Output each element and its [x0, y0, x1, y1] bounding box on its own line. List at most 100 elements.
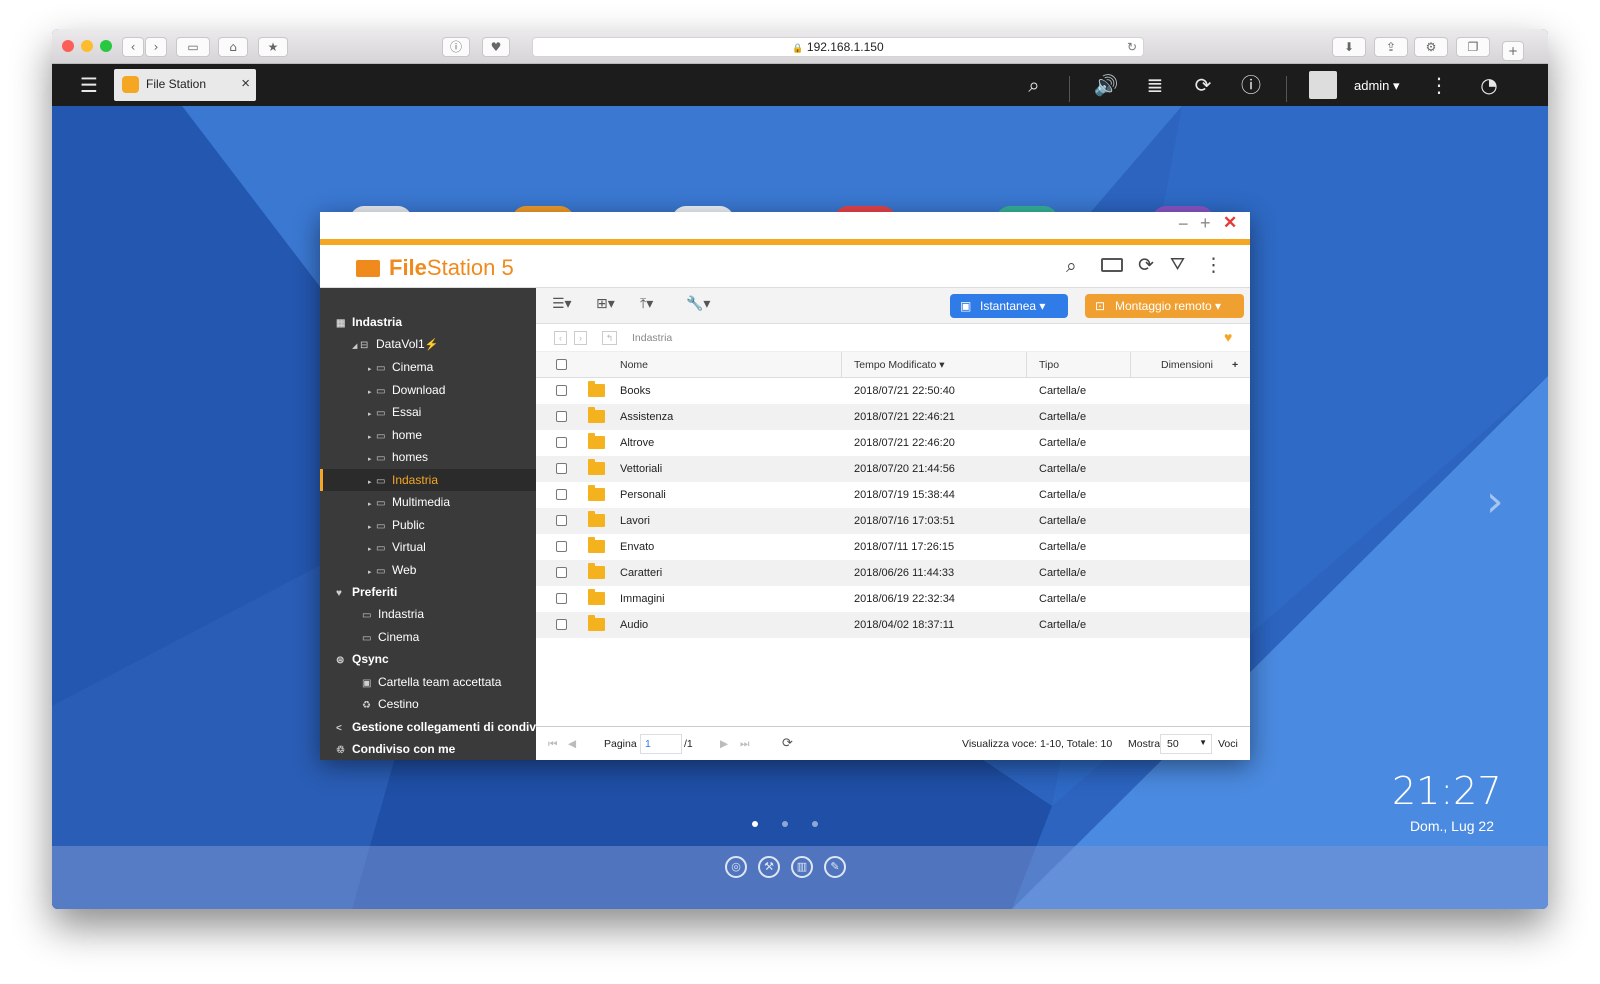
row-checkbox[interactable]	[556, 385, 567, 396]
next-page-arrow-icon[interactable]: ›	[1486, 476, 1504, 527]
manual-icon[interactable]: ▥	[791, 856, 813, 878]
new-tab-button[interactable]: +	[1502, 41, 1524, 61]
close-window-button[interactable]	[62, 40, 74, 52]
tree-share-links[interactable]: < Gestione collegamenti di condivisi	[336, 716, 536, 738]
zoom-window-button[interactable]	[100, 40, 112, 52]
table-row[interactable]: Immagini 2018/06/19 22:32:34 Cartella/e	[536, 586, 1250, 612]
new-folder-icon[interactable]: ⊞▾	[596, 296, 615, 312]
table-row[interactable]: Assistenza 2018/07/21 22:46:21 Cartella/e	[536, 404, 1250, 430]
tree-favorite-item[interactable]: ▭ Indastria	[362, 603, 424, 625]
file-name[interactable]: Vettoriali	[620, 463, 662, 475]
column-size[interactable]: Dimensioni	[1161, 359, 1213, 371]
tree-folder-item[interactable]: ▸ ▭ Download	[368, 379, 445, 401]
tree-folder-item[interactable]: ▸ ▭ Indastria	[320, 468, 536, 491]
tree-folder-item[interactable]: ▸ ▭ Cinema	[368, 356, 433, 378]
table-row[interactable]: Books 2018/07/21 22:50:40 Cartella/e	[536, 378, 1250, 404]
info-icon[interactable]: ⓘ	[1236, 73, 1266, 97]
tree-qsync[interactable]: ⊜ Qsync	[336, 648, 389, 670]
pocket-button[interactable]: ♥	[482, 37, 510, 57]
file-name[interactable]: Immagini	[620, 593, 665, 605]
sync-icon[interactable]: ⟳	[1188, 73, 1218, 97]
tree-folder-item[interactable]: ▸ ▭ home	[368, 424, 422, 446]
table-row[interactable]: Lavori 2018/07/16 17:03:51 Cartella/e	[536, 508, 1250, 534]
tree-qsync-item[interactable]: ♻ Cestino	[362, 693, 419, 715]
row-checkbox[interactable]	[556, 489, 567, 500]
column-type[interactable]: Tipo	[1039, 359, 1059, 371]
prev-page-icon[interactable]: ◀	[568, 738, 576, 750]
row-checkbox[interactable]	[556, 463, 567, 474]
table-row[interactable]: Envato 2018/07/11 17:26:15 Cartella/e	[536, 534, 1250, 560]
nav-forward-icon[interactable]: ›	[574, 331, 587, 345]
more-vertical-icon[interactable]: ⋮	[1424, 73, 1454, 97]
refresh-icon[interactable]: ⟳	[782, 735, 793, 751]
select-all-checkbox[interactable]	[556, 359, 567, 370]
file-name[interactable]: Altrove	[620, 437, 654, 449]
user-menu[interactable]: admin ▾	[1354, 78, 1400, 94]
tree-folder-item[interactable]: ▸ ▭ Web	[368, 559, 416, 581]
tree-folder-item[interactable]: ▸ ▭ Public	[368, 514, 425, 536]
close-icon[interactable]: ×	[241, 75, 250, 92]
forward-button[interactable]: ›	[145, 37, 167, 57]
next-page-icon[interactable]: ▶	[720, 738, 728, 750]
tree-folder-item[interactable]: ▸ ▭ Essai	[368, 401, 421, 423]
sidebar-toggle-button[interactable]: ▭	[176, 37, 210, 57]
more-vertical-icon[interactable]: ⋮	[1204, 254, 1223, 276]
row-checkbox[interactable]	[556, 411, 567, 422]
file-name[interactable]: Audio	[620, 619, 648, 631]
volume-icon[interactable]: 🔊	[1091, 73, 1121, 97]
tree-qsync-item[interactable]: ▣ Cartella team accettata	[362, 671, 501, 693]
table-row[interactable]: Vettoriali 2018/07/20 21:44:56 Cartella/e	[536, 456, 1250, 482]
address-bar[interactable]: 🔒 192.168.1.150 ↻	[532, 37, 1144, 57]
table-row[interactable]: Audio 2018/04/02 18:37:11 Cartella/e	[536, 612, 1250, 638]
avatar[interactable]	[1309, 71, 1337, 99]
filter-icon[interactable]: ⛛	[1170, 254, 1185, 275]
downloads-button[interactable]: ⬇	[1332, 37, 1366, 57]
tree-favorites[interactable]: ♥ Preferiti	[336, 581, 397, 603]
row-checkbox[interactable]	[556, 619, 567, 630]
add-column-button[interactable]: +	[1232, 359, 1238, 371]
tools-icon[interactable]: 🔧▾	[686, 296, 710, 312]
column-name[interactable]: Nome	[620, 359, 648, 371]
page-size-select[interactable]: 50 ▼	[1160, 734, 1212, 754]
qfinder-icon[interactable]: ⚒	[758, 856, 780, 878]
reader-button[interactable]: ⓘ	[442, 37, 470, 57]
row-checkbox[interactable]	[556, 515, 567, 526]
window-titlebar[interactable]	[320, 212, 1250, 239]
maximize-icon[interactable]: +	[1200, 213, 1211, 234]
close-icon[interactable]: ✕	[1223, 213, 1237, 233]
extensions-button[interactable]: ⚙	[1414, 37, 1448, 57]
tree-shared-with-me[interactable]: ♲ Condiviso con me	[336, 738, 455, 760]
tabs-overview-button[interactable]: ❐	[1456, 37, 1490, 57]
taskbar-tab-filestation[interactable]: File Station ×	[114, 69, 256, 101]
minimize-icon[interactable]: −	[1178, 214, 1189, 235]
tree-volume[interactable]: ◢ ⊟ DataVol1⚡	[352, 333, 438, 355]
nav-up-icon[interactable]: ↰	[602, 331, 617, 345]
column-modified[interactable]: Tempo Modificato ▾	[854, 359, 944, 371]
file-name[interactable]: Caratteri	[620, 567, 662, 579]
nav-back-icon[interactable]: ‹	[554, 331, 567, 345]
refresh-icon[interactable]: ⟳	[1138, 254, 1154, 276]
bookmarks-button[interactable]: ★	[258, 37, 288, 57]
page-dot[interactable]	[812, 821, 818, 827]
favorite-heart-icon[interactable]: ♥	[1224, 329, 1232, 345]
home-button[interactable]: ⌂	[218, 37, 248, 57]
row-checkbox[interactable]	[556, 593, 567, 604]
back-button[interactable]: ‹	[122, 37, 144, 57]
search-icon[interactable]: ⌕	[1019, 73, 1049, 97]
help-center-icon[interactable]: ◎	[725, 856, 747, 878]
page-dot[interactable]	[782, 821, 788, 827]
dashboard-icon[interactable]: ◔	[1474, 73, 1504, 97]
file-name[interactable]: Lavori	[620, 515, 650, 527]
table-row[interactable]: Altrove 2018/07/21 22:46:20 Cartella/e	[536, 430, 1250, 456]
tree-folder-item[interactable]: ▸ ▭ Virtual	[368, 536, 426, 558]
reload-icon[interactable]: ↻	[1127, 38, 1137, 57]
page-input[interactable]: 1	[640, 734, 682, 754]
file-name[interactable]: Books	[620, 385, 651, 397]
minimize-window-button[interactable]	[81, 40, 93, 52]
row-checkbox[interactable]	[556, 567, 567, 578]
tree-root[interactable]: ▦ Indastria	[336, 311, 402, 333]
file-name[interactable]: Assistenza	[620, 411, 673, 423]
table-row[interactable]: Personali 2018/07/19 15:38:44 Cartella/e	[536, 482, 1250, 508]
row-checkbox[interactable]	[556, 541, 567, 552]
tree-folder-item[interactable]: ▸ ▭ Multimedia	[368, 491, 450, 513]
